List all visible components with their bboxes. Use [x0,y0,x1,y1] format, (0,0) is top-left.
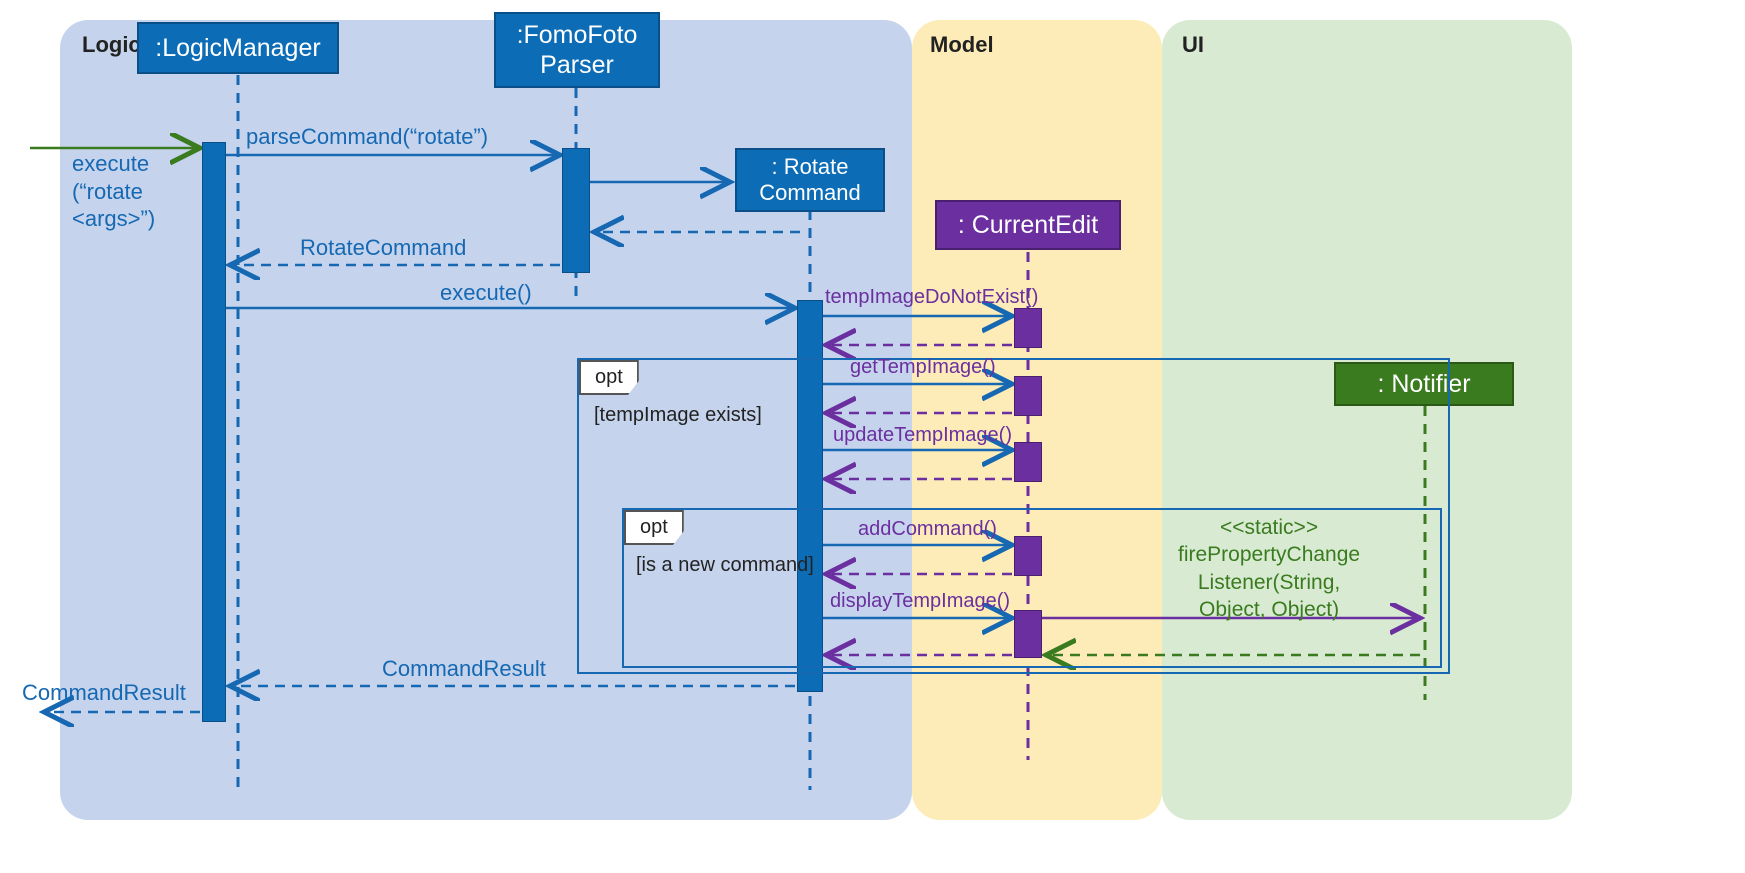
logicmanager-lifeline: :LogicManager [137,22,339,74]
commandresult-label: CommandResult [382,656,546,682]
opt-tag-2: opt [624,510,684,545]
rotatecommand-return-label: RotateCommand [300,235,466,261]
opt-guard-2: [is a new command] [636,554,814,577]
commandresult-out-label: CommandResult [22,680,186,706]
tempimagedonotexist-label: tempImageDoNotExist() [825,286,1038,309]
gettempimage-label: getTempImage() [850,356,996,379]
logicmanager-activation [202,142,226,722]
updatetempimage-label: updateTempImage() [833,424,1012,447]
currentedit-activation-1 [1014,308,1042,348]
sequence-diagram: Logic Model UI [0,0,1745,873]
fomofotoparser-lifeline: :FomoFoto Parser [494,12,660,88]
parsecommand-label: parseCommand(“rotate”) [246,124,488,150]
execute-label: execute() [440,280,532,306]
displaytempimage-label: displayTempImage() [830,590,1010,613]
rotatecommand-lifeline: : Rotate Command [735,148,885,212]
firepropertychange-label: <<static>> firePropertyChange Listener(S… [1178,514,1360,623]
opt-guard-1: [tempImage exists] [594,404,762,427]
currentedit-lifeline: : CurrentEdit [935,200,1121,250]
parser-activation [562,148,590,273]
execute-in-label: execute (“rotate <args>”) [72,150,155,233]
opt-tag-1: opt [579,360,639,395]
addcommand-label: addCommand() [858,518,997,541]
